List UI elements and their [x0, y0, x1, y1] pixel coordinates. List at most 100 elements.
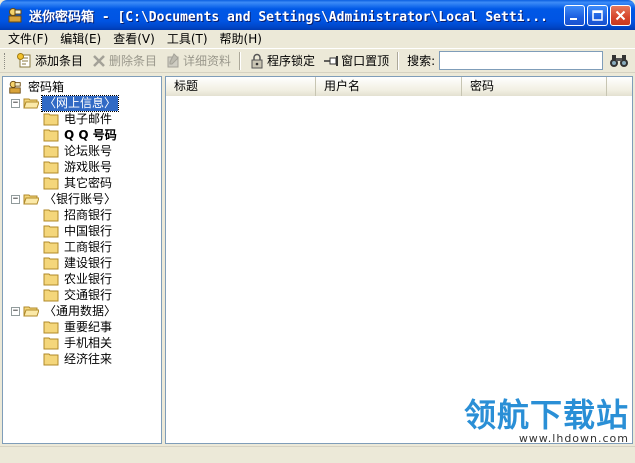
tree-group-online-info[interactable]: − 〈网上信息〉: [3, 94, 161, 112]
folder-icon: [43, 337, 59, 350]
tree-item-label: 重要纪事: [64, 319, 113, 334]
password-box-icon: [9, 80, 21, 94]
tree-item[interactable]: 建设银行: [3, 255, 161, 271]
app-icon: [6, 6, 24, 24]
tree-item[interactable]: 游戏账号: [3, 159, 161, 175]
minimize-icon: [570, 17, 577, 20]
tree-group-label: 〈银行账号〉: [44, 191, 117, 206]
category-tree[interactable]: 密码箱 − 〈网上信息〉 电子邮件 Q Q 号码 论坛账号 游戏账号 其它密码 …: [2, 76, 162, 444]
column-header-title[interactable]: 标题: [166, 77, 316, 96]
open-folder-icon: [23, 194, 39, 205]
window-pin-label: 窗口置顶: [341, 54, 390, 68]
folder-icon: [43, 145, 59, 158]
add-entry-button[interactable]: 添加条目: [13, 51, 87, 71]
tree-group-label: 〈网上信息〉: [40, 94, 120, 112]
tree-item[interactable]: 招商银行: [3, 207, 161, 223]
open-folder-icon: [23, 306, 39, 317]
tree-root-label: 密码箱: [28, 79, 65, 94]
add-entry-icon: [17, 52, 33, 69]
tree-group-bank-accounts[interactable]: − 〈银行账号〉: [3, 191, 161, 207]
tree-item-label: 电子邮件: [64, 111, 113, 126]
search-label: 搜索:: [407, 54, 436, 68]
tree-item-label: 经济往来: [64, 351, 113, 366]
folder-icon: [43, 241, 59, 254]
menu-help[interactable]: 帮助(H): [214, 30, 268, 48]
title-bar[interactable]: 迷你密码箱 - [C:\Documents and Settings\Admin…: [0, 0, 635, 30]
tree-item[interactable]: 交通银行: [3, 287, 161, 303]
window-title: 迷你密码箱 - [C:\Documents and Settings\Admin…: [29, 9, 548, 25]
tree-item[interactable]: 手机相关: [3, 335, 161, 351]
folder-icon: [43, 273, 59, 286]
folder-icon: [43, 321, 59, 334]
minimize-button[interactable]: [564, 4, 585, 26]
folder-icon: [43, 225, 59, 238]
toolbar-separator: [397, 51, 400, 70]
close-icon: [615, 10, 626, 20]
program-lock-label: 程序锁定: [267, 54, 316, 68]
folder-icon: [43, 289, 59, 302]
folder-icon: [43, 257, 59, 270]
collapse-toggle[interactable]: −: [11, 306, 20, 316]
collapse-toggle[interactable]: −: [11, 98, 20, 108]
menu-tools[interactable]: 工具(T): [161, 30, 214, 48]
maximize-button[interactable]: [587, 4, 608, 26]
details-icon: [165, 52, 181, 69]
menu-bar: 文件(F) 编辑(E) 查看(V) 工具(T) 帮助(H): [0, 30, 635, 48]
open-folder-icon: [23, 98, 39, 109]
tree-root[interactable]: 密码箱: [3, 79, 161, 95]
tree-item-label: 建设银行: [64, 255, 113, 270]
toolbar-separator: [239, 51, 242, 70]
tree-group-general-data[interactable]: − 〈通用数据〉: [3, 303, 161, 319]
binoculars-icon: [610, 54, 629, 67]
folder-icon: [43, 113, 59, 126]
folder-icon: [43, 129, 59, 142]
lock-icon: [249, 53, 265, 69]
menu-edit[interactable]: 编辑(E): [54, 30, 107, 48]
tree-item-label: 手机相关: [64, 335, 113, 350]
folder-icon: [43, 209, 59, 222]
menu-view[interactable]: 查看(V): [107, 30, 161, 48]
tree-item-label: 农业银行: [64, 271, 113, 286]
collapse-toggle[interactable]: −: [11, 194, 20, 204]
tree-item[interactable]: 电子邮件: [3, 111, 161, 127]
tree-item-label: 招商银行: [64, 207, 113, 222]
delete-entry-button[interactable]: 删除条目: [87, 51, 161, 71]
list-header: 标题 用户名 密码: [166, 77, 632, 96]
window-pin-button[interactable]: 窗口置顶: [319, 51, 393, 71]
tree-item-label: 论坛账号: [64, 143, 113, 158]
maximize-icon: [592, 9, 603, 21]
folder-icon: [43, 161, 59, 174]
menu-file[interactable]: 文件(F): [2, 30, 54, 48]
tree-item-label: Q Q 号码: [64, 127, 117, 142]
pin-icon: [323, 53, 339, 69]
tree-item[interactable]: 经济往来: [3, 351, 161, 367]
details-label: 详细资料: [183, 54, 232, 68]
program-lock-button[interactable]: 程序锁定: [245, 51, 319, 71]
entry-list[interactable]: 标题 用户名 密码: [165, 76, 633, 444]
column-header-filler: [607, 77, 632, 96]
search-button[interactable]: [608, 52, 630, 70]
tree-item-label: 中国银行: [64, 223, 113, 238]
toolbar-grip[interactable]: [4, 52, 7, 69]
search-input[interactable]: [439, 51, 604, 70]
status-bar: [0, 446, 635, 463]
column-header-username[interactable]: 用户名: [316, 77, 462, 96]
tree-item[interactable]: Q Q 号码: [3, 127, 161, 143]
column-header-password[interactable]: 密码: [462, 77, 607, 96]
folder-icon: [43, 353, 59, 366]
tree-item[interactable]: 中国银行: [3, 223, 161, 239]
tree-item[interactable]: 工商银行: [3, 239, 161, 255]
tree-item[interactable]: 农业银行: [3, 271, 161, 287]
tree-group-label: 〈通用数据〉: [44, 303, 117, 318]
tree-item-label: 交通银行: [64, 287, 113, 302]
tree-item[interactable]: 重要纪事: [3, 319, 161, 335]
folder-icon: [43, 177, 59, 190]
tree-item[interactable]: 论坛账号: [3, 143, 161, 159]
details-button[interactable]: 详细资料: [161, 51, 235, 71]
add-entry-label: 添加条目: [35, 54, 84, 68]
tree-item[interactable]: 其它密码: [3, 175, 161, 191]
toolbar: 添加条目 删除条目 详细资料 程序锁定 窗口置顶 搜索:: [0, 48, 635, 73]
delete-icon: [91, 53, 107, 69]
close-button[interactable]: [610, 4, 631, 26]
tree-item-label: 游戏账号: [64, 159, 113, 174]
